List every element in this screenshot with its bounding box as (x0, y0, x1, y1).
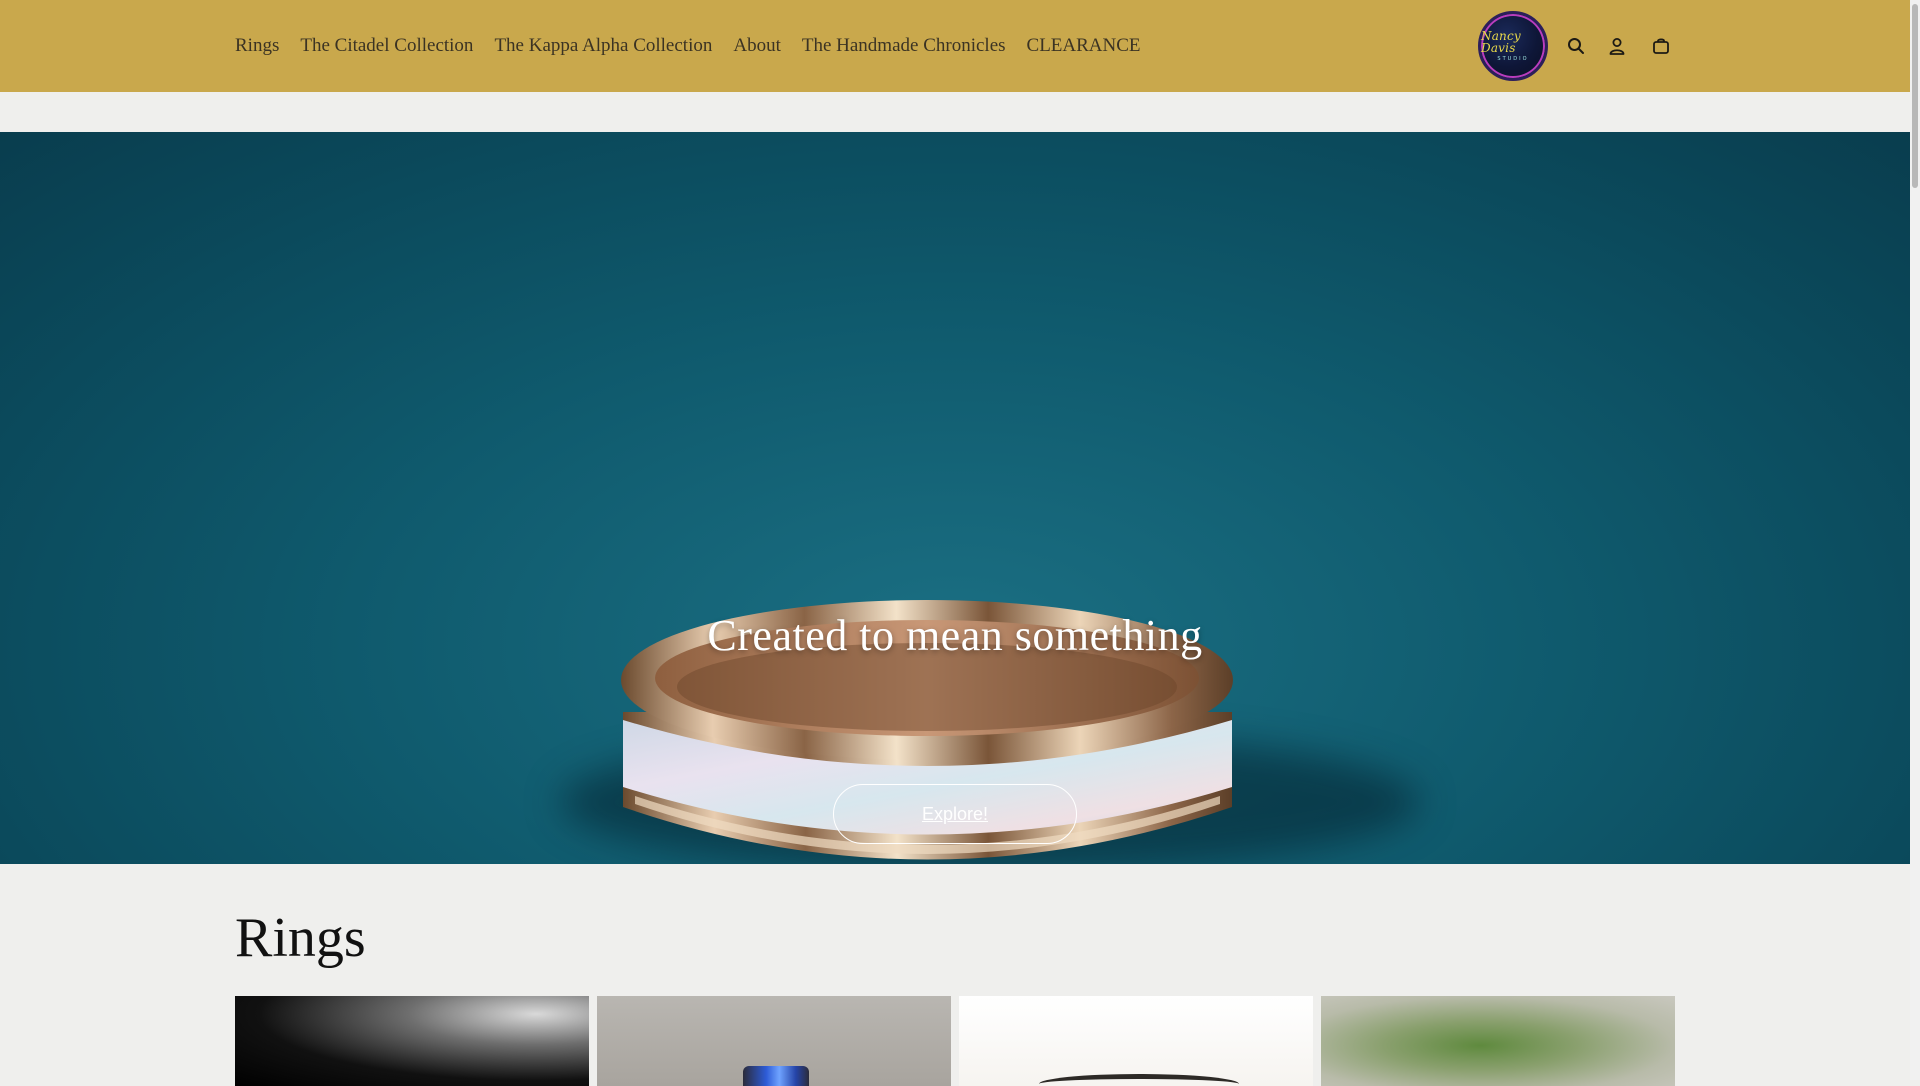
product-card-4[interactable] (1321, 996, 1675, 1086)
account-button[interactable] (1601, 30, 1633, 62)
search-button[interactable] (1560, 30, 1592, 62)
brand-logo[interactable]: Nancy Davis STUDIO (1478, 11, 1548, 81)
cart-button[interactable] (1645, 30, 1677, 62)
hero-banner: Created to mean something Explore! (0, 132, 1910, 864)
page-scrollbar[interactable] (1910, 0, 1920, 1080)
site-header: Rings The Citadel Collection The Kappa A… (0, 0, 1910, 92)
search-icon (1568, 38, 1584, 54)
nav-item-citadel-collection[interactable]: The Citadel Collection (300, 35, 473, 57)
announcement-bar (0, 92, 1910, 132)
nav-item-kappa-alpha-collection[interactable]: The Kappa Alpha Collection (494, 35, 712, 57)
main-nav: Rings The Citadel Collection The Kappa A… (235, 0, 1141, 92)
nav-item-clearance[interactable]: CLEARANCE (1027, 35, 1141, 57)
explore-button[interactable]: Explore! (833, 784, 1077, 844)
nav-item-handmade-chronicles[interactable]: The Handmade Chronicles (802, 35, 1006, 57)
product-card-1[interactable] (235, 996, 589, 1086)
product-card-3[interactable] (959, 996, 1313, 1086)
scrollbar-thumb[interactable] (1912, 4, 1918, 188)
account-icon (1609, 38, 1625, 55)
product-ring-thumbnail (743, 1066, 809, 1086)
product-grid (235, 996, 1675, 1086)
nav-item-about[interactable]: About (733, 35, 781, 57)
cart-icon (1653, 38, 1669, 54)
product-ring-thumbnail (1039, 1074, 1239, 1086)
collection-title: Rings (235, 907, 366, 969)
nav-item-rings[interactable]: Rings (235, 35, 279, 57)
logo-subtitle: STUDIO (1497, 56, 1529, 62)
logo-script-text: Nancy Davis (1481, 29, 1521, 55)
hero-title: Created to mean something (707, 611, 1203, 660)
product-card-2[interactable] (597, 996, 951, 1086)
